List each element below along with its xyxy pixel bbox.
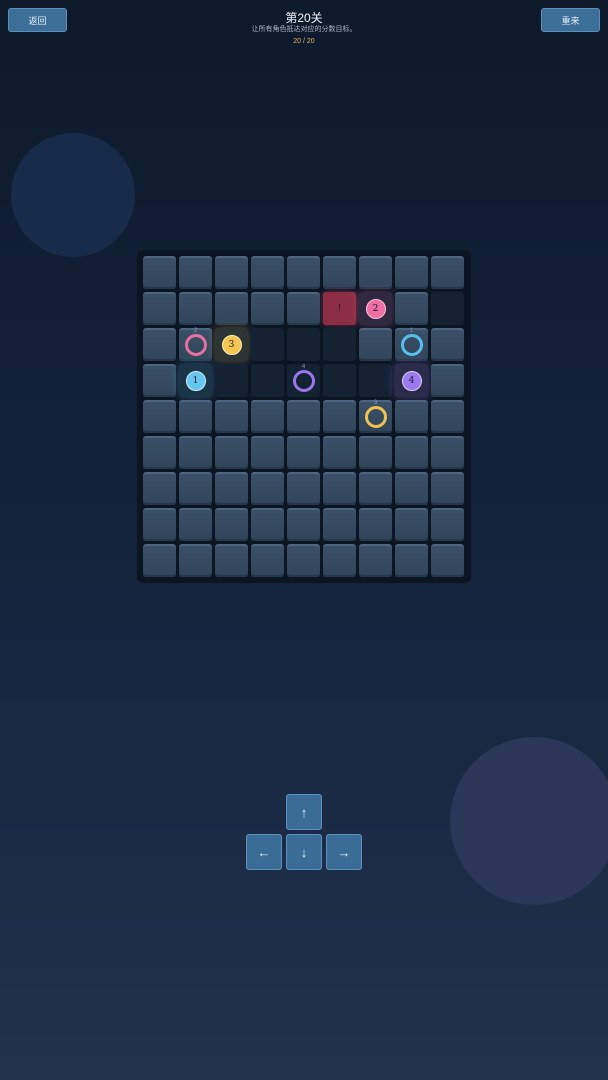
tile-wall xyxy=(431,328,464,361)
tile-wall xyxy=(251,472,284,505)
tile-wall xyxy=(143,364,176,397)
target-yellow-label: 3 xyxy=(373,399,378,406)
target-pink-label: 2 xyxy=(193,327,198,334)
tile-floor xyxy=(251,364,284,397)
tile-wall xyxy=(179,508,212,541)
piece-purple[interactable]: 4 xyxy=(401,370,422,391)
tile-wall xyxy=(431,508,464,541)
tile-wall xyxy=(287,400,320,433)
target-yellow xyxy=(364,405,387,428)
tile-wall xyxy=(323,544,356,577)
target-purple xyxy=(292,369,315,392)
target-purple-label: 4 xyxy=(301,363,306,370)
tile-wall xyxy=(179,292,212,325)
tile-wall xyxy=(251,508,284,541)
tile-wall xyxy=(143,256,176,289)
tile-wall xyxy=(359,436,392,469)
tile-wall xyxy=(395,436,428,469)
move-right-button[interactable]: → xyxy=(326,834,362,870)
move-left-button[interactable]: ← xyxy=(246,834,282,870)
tile-wall xyxy=(215,508,248,541)
tile-wall xyxy=(287,508,320,541)
tile-wall xyxy=(143,544,176,577)
tile-wall xyxy=(215,472,248,505)
piece-blue[interactable]: 1 xyxy=(185,370,206,391)
tile-wall xyxy=(287,436,320,469)
tile-wall xyxy=(323,472,356,505)
tile-floor xyxy=(287,328,320,361)
tile-wall xyxy=(359,472,392,505)
tile-wall xyxy=(143,292,176,325)
tile-wall xyxy=(215,544,248,577)
tile-wall xyxy=(359,328,392,361)
game-board: 2 1 4 3! 2 3 1 4 xyxy=(137,250,471,583)
tile-wall xyxy=(143,472,176,505)
tile-wall xyxy=(287,472,320,505)
tile-wall xyxy=(431,544,464,577)
tile-wall xyxy=(431,256,464,289)
tile-wall xyxy=(215,256,248,289)
tile-floor xyxy=(323,364,356,397)
tile-wall xyxy=(179,256,212,289)
tile-wall xyxy=(143,400,176,433)
tile-wall xyxy=(359,508,392,541)
target-blue xyxy=(400,333,423,356)
tile-wall xyxy=(215,400,248,433)
tile-wall xyxy=(251,256,284,289)
tile-wall xyxy=(431,472,464,505)
piece-yellow[interactable]: 3 xyxy=(221,334,242,355)
tile-wall xyxy=(251,436,284,469)
background-circle xyxy=(11,133,135,257)
tile-wall xyxy=(287,544,320,577)
tile-wall xyxy=(143,328,176,361)
tile-wall xyxy=(395,292,428,325)
tile-wall xyxy=(359,544,392,577)
retry-button[interactable]: 重来 xyxy=(541,8,600,32)
tile-wall xyxy=(179,436,212,469)
tile-wall xyxy=(215,436,248,469)
tile-wall xyxy=(395,400,428,433)
tile-wall xyxy=(251,292,284,325)
tile-wall xyxy=(251,544,284,577)
tile-wall xyxy=(395,508,428,541)
tile-floor xyxy=(359,364,392,397)
tile-wall xyxy=(431,364,464,397)
piece-pink[interactable]: 2 xyxy=(365,298,386,319)
tile-wall xyxy=(287,292,320,325)
tile-wall xyxy=(143,508,176,541)
tile-wall xyxy=(323,436,356,469)
level-subtitle: 让所有角色抵达对应的分数目标。 xyxy=(251,26,357,33)
tile-wall xyxy=(251,400,284,433)
tile-wall xyxy=(323,400,356,433)
move-up-button[interactable]: ↑ xyxy=(286,794,322,830)
target-blue-label: 1 xyxy=(409,327,414,334)
tile-wall xyxy=(323,256,356,289)
tile-wall xyxy=(431,436,464,469)
tile-floor xyxy=(251,328,284,361)
background-circle xyxy=(450,737,608,905)
tile-wall xyxy=(323,508,356,541)
tile-wall xyxy=(431,400,464,433)
tile-floor xyxy=(323,328,356,361)
tile-wall xyxy=(395,472,428,505)
tile-wall xyxy=(395,256,428,289)
tile-wall xyxy=(143,436,176,469)
piece-warning[interactable]: ! xyxy=(330,299,350,319)
tile-wall xyxy=(359,256,392,289)
tile-wall xyxy=(179,472,212,505)
tile-wall xyxy=(395,544,428,577)
tile-wall xyxy=(215,292,248,325)
tile-wall xyxy=(287,256,320,289)
target-pink xyxy=(184,333,207,356)
score-counter: 20 / 20 xyxy=(293,38,315,45)
move-down-button[interactable]: ↓ xyxy=(286,834,322,870)
tile-floor xyxy=(431,292,464,325)
tile-floor xyxy=(215,364,248,397)
tile-wall xyxy=(179,400,212,433)
tile-wall xyxy=(179,544,212,577)
